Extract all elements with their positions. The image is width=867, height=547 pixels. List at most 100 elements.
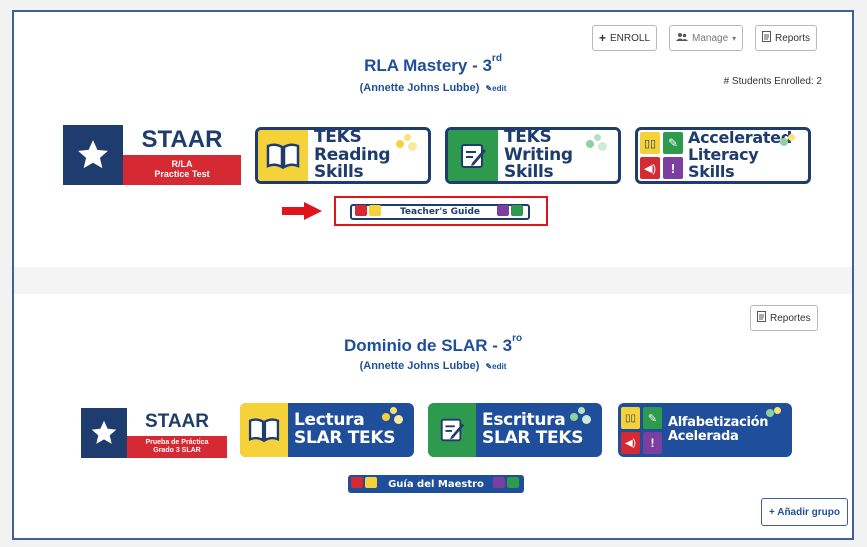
book-icon	[258, 130, 308, 181]
notepad-icon	[510, 205, 523, 216]
edit-label: edit	[492, 84, 507, 93]
book-icon	[369, 205, 381, 216]
decorative-dots	[376, 407, 406, 425]
escritura-slar-teks-tile[interactable]: Escritura SLAR TEKS	[428, 403, 602, 457]
teacher-name: (Annette Johns Lubbe) ✎edit	[14, 360, 852, 372]
course-card-slar: Reportes Dominio de SLAR - 3ro (Annette …	[14, 294, 852, 538]
staar-subtitle-line2: Practice Test	[154, 169, 210, 179]
decorative-dots	[776, 134, 806, 152]
course-title: RLA Mastery - 3rd	[14, 53, 852, 76]
dot	[582, 415, 591, 424]
app-frame: + ENROLL Manage ▾ Reports RLA Mastery - …	[12, 10, 854, 540]
dot	[404, 134, 411, 141]
lectura-slar-teks-tile[interactable]: Lectura SLAR TEKS	[240, 403, 414, 457]
staar-subtitle-line1: Prueba de Práctica	[145, 439, 209, 447]
report-icon	[762, 31, 771, 45]
course-title-superscript: ro	[512, 333, 523, 345]
course-card-rla: + ENROLL Manage ▾ Reports RLA Mastery - …	[14, 12, 852, 267]
teacher-name-text: (Annette Johns Lubbe)	[359, 360, 480, 372]
staar-logo-text: STAAR	[144, 411, 210, 432]
red-arrow-icon	[282, 202, 322, 225]
tile-line1: Alfabetización	[668, 415, 769, 431]
staar-subtitle-line2: Grado 3 SLAR	[153, 447, 201, 454]
dot	[394, 415, 403, 424]
course-title-text: Dominio de SLAR - 3	[343, 336, 513, 355]
dot	[390, 407, 397, 414]
highlight-box: Teacher's Guide	[334, 196, 548, 226]
speaker-icon: ◀)	[640, 157, 660, 179]
teachers-guide-button[interactable]: Teacher's Guide	[350, 204, 530, 220]
guide-left-icons	[351, 475, 379, 493]
teks-reading-skills-tile[interactable]: TEKS Reading Skills	[255, 127, 431, 184]
guia-del-maestro-button[interactable]: Guía del Maestro	[348, 475, 524, 493]
staar-prueba-tile[interactable]: STAAR Prueba de Práctica Grado 3 SLAR	[81, 408, 227, 458]
dot	[598, 142, 607, 151]
accelerated-literacy-skills-tile[interactable]: ▯▯ ✎ ◀) ! Accelerated Literacy Skills	[635, 127, 811, 184]
staar-subtitle: Prueba de Práctica Grado 3 SLAR	[127, 436, 227, 458]
star-icon	[63, 125, 123, 185]
notepad-icon	[448, 130, 498, 181]
speaker-icon: ◀)	[621, 432, 640, 454]
exclamation-icon	[496, 205, 509, 216]
quad-icon-grid: ▯▯ ✎ ◀) !	[638, 130, 684, 181]
tile-line2: Acelerada	[668, 429, 739, 444]
quad-icon-grid: ▯▯ ✎ ◀) !	[618, 403, 664, 457]
exclamation-icon: !	[663, 157, 683, 179]
reportes-button[interactable]: Reportes	[750, 305, 818, 331]
teachers-guide-label: Teacher's Guide	[399, 207, 481, 217]
alfabetizacion-acelerada-tile[interactable]: ▯▯ ✎ ◀) ! Alfabetización Acelerada	[618, 403, 792, 457]
dot	[570, 413, 578, 421]
dot	[594, 134, 601, 141]
enroll-label: ENROLL	[610, 32, 651, 44]
notepad-icon	[506, 477, 519, 488]
tile-line2: Literacy Skills	[688, 145, 759, 181]
tile-line2: SLAR TEKS	[482, 428, 584, 448]
teacher-name-text: (Annette Johns Lubbe)	[359, 82, 480, 94]
add-group-button[interactable]: + Añadir grupo	[760, 498, 848, 526]
dot	[766, 409, 774, 417]
dot	[780, 138, 788, 146]
manage-label: Manage	[692, 32, 729, 44]
decorative-dots	[580, 134, 610, 152]
teks-writing-skills-tile[interactable]: TEKS Writing Skills	[445, 127, 621, 184]
book-icon	[365, 477, 377, 488]
edit-link[interactable]: ✎edit	[485, 362, 506, 371]
students-enrolled: # Students Enrolled: 2	[723, 76, 822, 87]
caret-down-icon: ▾	[732, 33, 737, 43]
guide-right-icons	[492, 475, 521, 493]
course-title-text: RLA Mastery - 3	[364, 56, 492, 75]
decorative-dots	[564, 407, 594, 425]
notepad-icon: ✎	[643, 407, 662, 429]
exclamation-icon	[492, 477, 505, 488]
speaker-icon	[351, 477, 363, 488]
book-icon: ▯▯	[640, 132, 660, 154]
course-title-superscript: rd	[491, 53, 502, 65]
enroll-button[interactable]: + ENROLL	[592, 25, 658, 51]
dot	[774, 407, 781, 414]
tile-line2: SLAR TEKS	[294, 428, 396, 448]
staar-subtitle: R/LA Practice Test	[123, 155, 241, 185]
reports-button[interactable]: Reports	[755, 25, 818, 51]
star-icon	[81, 408, 127, 458]
dot	[408, 142, 417, 151]
exclamation-icon: !	[643, 432, 662, 454]
guide-right-icons	[496, 203, 525, 221]
edit-label: edit	[492, 362, 507, 371]
reportes-label: Reportes	[770, 312, 811, 324]
decorative-dots	[390, 134, 420, 152]
edit-link[interactable]: ✎edit	[485, 84, 506, 93]
dot	[396, 140, 404, 148]
plus-icon: +	[599, 31, 607, 45]
course-title: Dominio de SLAR - 3ro	[14, 333, 852, 356]
reports-label: Reports	[775, 32, 811, 44]
notepad-icon: ✎	[663, 132, 683, 154]
report-icon	[757, 311, 766, 325]
book-icon	[240, 403, 288, 457]
notepad-icon	[428, 403, 476, 457]
speaker-icon	[355, 205, 367, 216]
staar-practice-test-tile[interactable]: STAAR R/LA Practice Test	[63, 125, 241, 185]
decorative-dots	[760, 407, 790, 425]
manage-dropdown[interactable]: Manage ▾	[669, 25, 744, 51]
dot	[382, 413, 390, 421]
staar-logo-text: STAAR	[141, 126, 223, 153]
